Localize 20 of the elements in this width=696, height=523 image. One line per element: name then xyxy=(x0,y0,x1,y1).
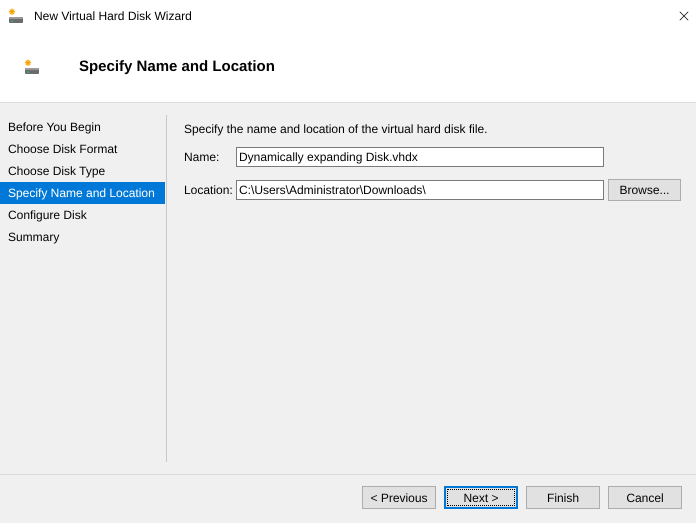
location-label: Location: xyxy=(184,182,234,199)
wizard-step[interactable]: Specify Name and Location xyxy=(0,182,165,204)
name-field[interactable]: Dynamically expanding Disk.vhdx xyxy=(236,147,604,167)
wizard-step[interactable]: Choose Disk Type xyxy=(0,160,165,182)
instruction-text: Specify the name and location of the virtual hard disk file. xyxy=(184,121,489,138)
browse-button[interactable]: Browse... xyxy=(608,179,681,201)
window-title: New Virtual Hard Disk Wizard xyxy=(34,8,192,25)
disk-icon xyxy=(8,8,24,24)
wizard-button[interactable]: Next > xyxy=(444,486,518,509)
page-heading: Specify Name and Location xyxy=(79,56,275,77)
wizard-step[interactable]: Choose Disk Format xyxy=(0,138,165,160)
wizard-button[interactable]: Finish xyxy=(526,486,600,509)
wizard-step[interactable]: Before You Begin xyxy=(0,116,165,138)
disk-icon xyxy=(24,59,40,75)
location-field[interactable]: C:\Users\Administrator\Downloads\ xyxy=(236,180,604,200)
wizard-step[interactable]: Summary xyxy=(0,226,165,248)
wizard-step[interactable]: Configure Disk xyxy=(0,204,165,226)
name-label: Name: xyxy=(184,149,220,166)
wizard-button[interactable]: < Previous xyxy=(362,486,436,509)
wizard-button[interactable]: Cancel xyxy=(608,486,682,509)
